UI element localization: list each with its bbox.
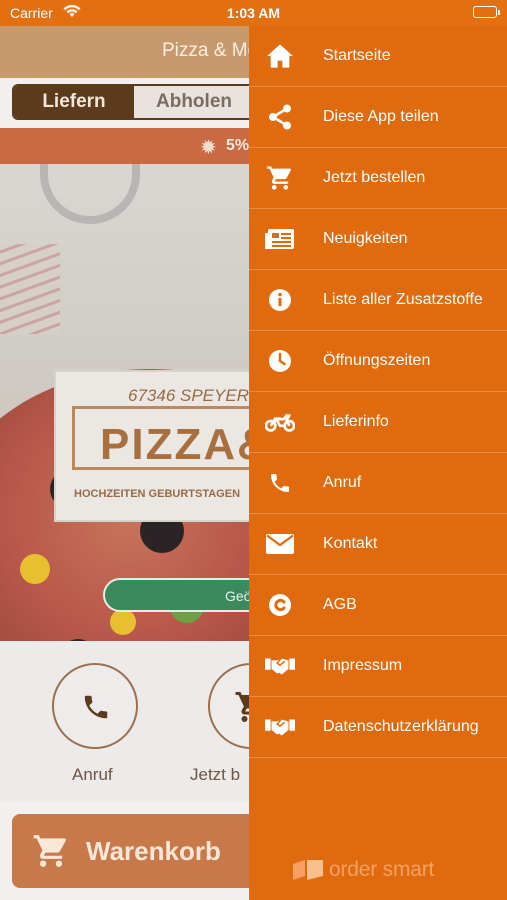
menu-item-order[interactable]: Jetzt bestellen <box>249 148 507 209</box>
copyright-icon <box>265 590 295 620</box>
brand-mark-icon <box>293 860 323 880</box>
sun-icon: ✹ <box>200 137 217 159</box>
open-status-text: Geö <box>225 588 252 604</box>
phone-icon <box>265 468 295 498</box>
clock-icon <box>265 346 295 376</box>
menu-item-label: Öffnungszeiten <box>323 352 431 369</box>
menu-item-opening-hours[interactable]: Öffnungszeiten <box>249 331 507 392</box>
pizza-cutter-decoration <box>40 164 140 224</box>
envelope-icon <box>265 529 295 559</box>
phone-icon <box>81 692 111 727</box>
menu-item-additives[interactable]: Liste aller Zusatzstoffe <box>249 270 507 331</box>
logo-address: 67346 SPEYER <box>128 386 249 405</box>
toggle-pickup[interactable]: Abholen <box>134 86 254 118</box>
page-title: Pizza & Mo <box>162 40 259 61</box>
menu-item-contact[interactable]: Kontakt <box>249 514 507 575</box>
menu-item-label: AGB <box>323 596 357 613</box>
menu-item-terms[interactable]: AGB <box>249 575 507 636</box>
call-action-label: Anruf <box>72 765 113 784</box>
order-action-label: Jetzt b <box>190 765 241 784</box>
menu-item-label: Impressum <box>323 657 403 674</box>
call-action-button[interactable] <box>52 663 138 749</box>
menu-item-label: Kontakt <box>323 535 378 552</box>
brand-text: order smart <box>329 858 435 881</box>
status-bar: Carrier 1:03 AM <box>0 0 507 26</box>
towel-decoration <box>0 244 60 334</box>
menu-item-call[interactable]: Anruf <box>249 453 507 514</box>
menu-item-label: Liste aller Zusatzstoffe <box>323 291 483 308</box>
cart-icon <box>265 163 295 193</box>
status-time: 1:03 AM <box>226 5 281 21</box>
handshake-icon <box>265 712 295 742</box>
promo-text: 5% <box>226 137 250 154</box>
menu-item-news[interactable]: Neuigkeiten <box>249 209 507 270</box>
menu-item-delivery-info[interactable]: Lieferinfo <box>249 392 507 453</box>
menu-item-label: Neuigkeiten <box>323 230 408 247</box>
share-icon <box>265 102 295 132</box>
menu-item-label: Startseite <box>323 47 391 64</box>
home-icon <box>265 41 295 71</box>
logo-wordmark: PIZZA& <box>100 420 271 469</box>
menu-item-label: Anruf <box>323 474 362 491</box>
order-smart-logo: order smart <box>293 856 434 884</box>
cart-icon <box>32 832 70 875</box>
menu-item-home[interactable]: Startseite <box>249 26 507 87</box>
logo-tagline: HOCHZEITEN GEBURTSTAGEN <box>74 488 241 500</box>
info-icon <box>265 285 295 315</box>
menu-item-label: Datenschutzerklärung <box>323 718 479 735</box>
battery-icon <box>473 6 500 18</box>
toggle-delivery[interactable]: Liefern <box>14 86 134 118</box>
menu-item-label: Jetzt bestellen <box>323 169 426 186</box>
menu-item-imprint[interactable]: Impressum <box>249 636 507 697</box>
restaurant-logo: 67346 SPEYER PIZZA& HOCHZEITEN GEBURTSTA… <box>54 370 282 522</box>
handshake-icon <box>265 651 295 681</box>
cart-label: Warenkorb <box>86 836 221 866</box>
menu-item-label: Lieferinfo <box>323 413 389 430</box>
menu-item-privacy[interactable]: Datenschutzerklärung <box>249 697 507 758</box>
navigation-drawer: Startseite Diese App teilen Jetzt bestel… <box>249 26 507 900</box>
menu-item-share[interactable]: Diese App teilen <box>249 87 507 148</box>
menu-item-label: Diese App teilen <box>323 108 439 125</box>
news-icon <box>265 224 295 254</box>
motorcycle-icon <box>265 407 295 437</box>
